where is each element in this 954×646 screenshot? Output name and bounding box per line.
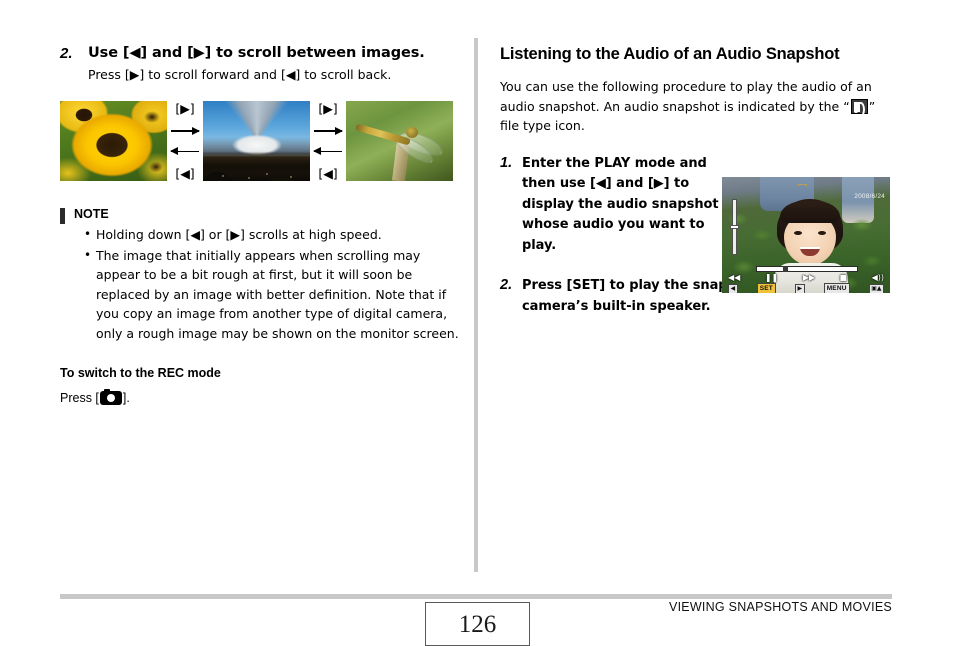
rec-mode-body: Press [ ]. [60,388,460,406]
page-number-box: 126 [425,602,530,646]
pause-icon: ❚❚ [764,273,779,282]
rec-mode-press-suffix: ]. [122,391,130,405]
manual-page: 2. Use [◀] and [▶] to scroll between ima… [0,0,954,646]
step-2-title: Use [◀] and [▶] to scroll between images… [88,45,425,61]
yellow-flowers-photo [60,101,167,181]
right-step-1-number: 1. [500,154,513,171]
note-item: The image that initially appears when sc… [60,246,460,344]
dragonfly-photo [346,101,453,181]
page-number: 126 [458,610,497,638]
step-2-number: 2. [60,45,73,62]
menu-key-badge: MENU [823,283,850,293]
note-accent-bar [60,208,65,224]
zoom-key-badge: ▣▲ [868,283,884,293]
camera-icon [99,388,122,405]
section-title: Listening to the Audio of an Audio Snaps… [500,45,840,63]
back-key-label-1: [◀] [175,165,195,181]
playback-progress-bar [756,266,858,272]
camera-lcd-playback-screen: ⌐¬ 2008/6/24 ◀◀ ❚❚ ▶▶ ■ ◀)) ◀ SET ▶ MENU… [722,177,890,293]
footer-rule [60,594,892,599]
arrow-left-2 [313,147,342,156]
set-key-badge: SET [756,283,776,293]
note-block: NOTE Holding down [◀] or [▶] scrolls at … [60,207,460,343]
audio-snapshot-file-type-icon [850,98,868,117]
volume-icon: ◀)) [871,273,884,282]
scroll-arrows-1: [▶] [◀] [167,101,203,181]
note-title: NOTE [74,207,109,221]
rec-mode-press-prefix: Press [ [60,391,99,405]
step-2-block: 2. Use [◀] and [▶] to scroll between ima… [60,44,460,84]
left-column: 2. Use [◀] and [▶] to scroll between ima… [60,44,460,406]
column-divider [474,38,478,572]
rec-mode-heading: To switch to the REC mode [60,366,221,380]
left-key-badge: ◀ [728,283,738,293]
scroll-arrows-2: [▶] [◀] [310,101,346,181]
mount-fuji-photo [203,101,310,181]
stop-icon: ■ [839,273,848,282]
section-intro-part1: You can use the following procedure to p… [500,79,872,114]
lcd-date-text: 2008/6/24 [854,193,885,200]
forward-key-label-1: [▶] [175,101,195,116]
right-step-2-number: 2. [500,277,513,293]
section-intro: You can use the following procedure to p… [500,77,888,136]
image-scroll-sequence: [▶] [◀] [▶] [◀] [60,101,460,181]
arrow-left-1 [170,147,199,156]
step-2-body: Press [▶] to scroll forward and [◀] to s… [88,67,392,82]
fast-forward-icon: ▶▶ [802,273,816,282]
footer-section-title: VIEWING SNAPSHOTS AND MOVIES [668,600,892,614]
af-frame-icon: ⌐¬ [798,181,807,190]
back-key-label-2: [◀] [318,165,338,181]
right-step-1-text: Enter the PLAY mode and then use [◀] and… [522,155,719,253]
right-key-badge: ▶ [795,283,805,293]
playback-progress-knob [783,266,788,272]
playback-control-icons: ◀◀ ❚❚ ▶▶ ■ ◀)) [728,274,884,282]
forward-key-label-2: [▶] [318,101,338,116]
arrow-right-2 [314,126,343,135]
note-list: Holding down [◀] or [▶] scrolls at high … [60,225,460,343]
note-item: Holding down [◀] or [▶] scrolls at high … [60,225,460,245]
rewind-icon: ◀◀ [728,273,741,282]
arrow-right-1 [171,126,200,135]
playback-key-badges: ◀ SET ▶ MENU ▣▲ [728,283,884,293]
